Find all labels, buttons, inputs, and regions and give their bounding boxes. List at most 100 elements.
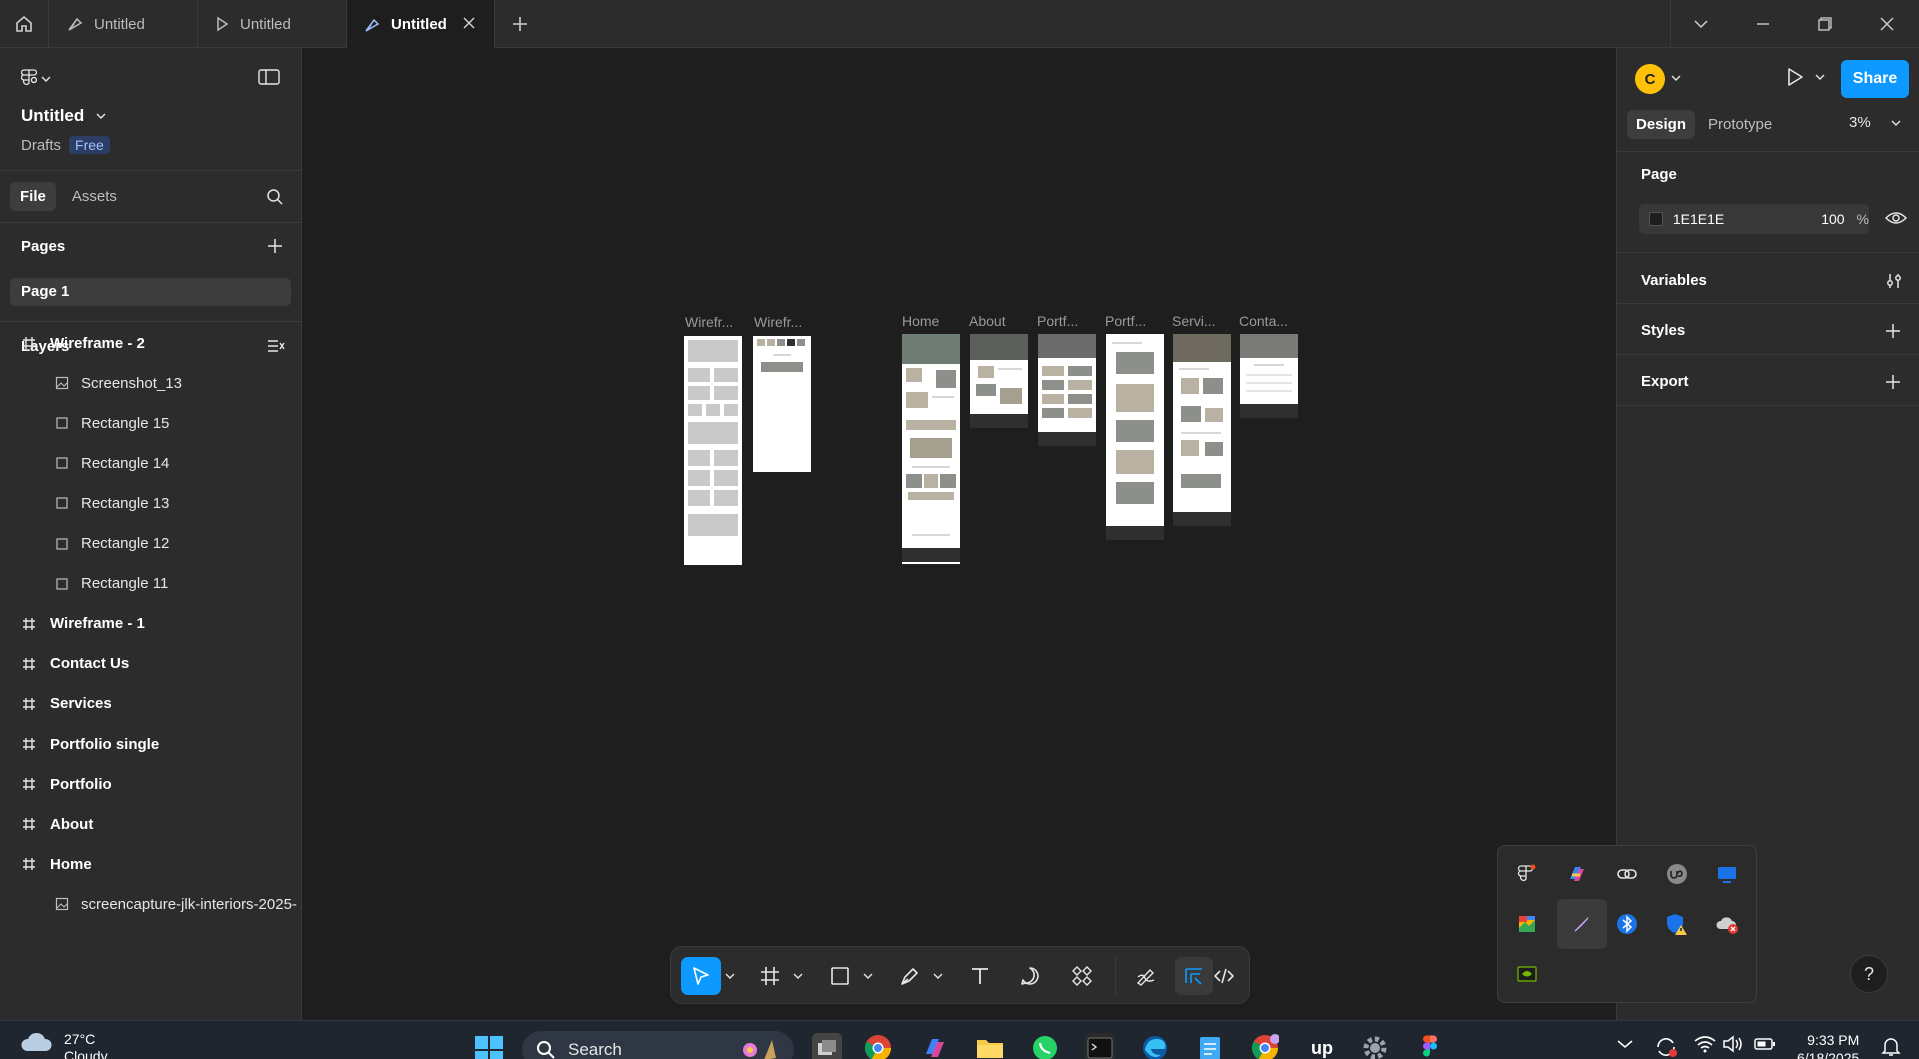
move-tool-button[interactable] (681, 957, 721, 995)
frame-label-portfolio-single[interactable]: Portf... (1105, 313, 1146, 329)
tray-figma[interactable] (1507, 854, 1547, 894)
tray-bluetooth[interactable] (1607, 904, 1647, 944)
close-tab-button[interactable] (462, 16, 476, 30)
home-button[interactable] (0, 0, 49, 48)
frame-label-portfolio[interactable]: Portf... (1037, 313, 1078, 329)
close-window-button[interactable] (1856, 0, 1918, 48)
taskbar-figma[interactable] (1415, 1033, 1445, 1059)
frame-tool-options[interactable] (789, 957, 807, 995)
avatar[interactable]: C (1635, 64, 1665, 94)
background-hex[interactable]: 1E1E1E (1673, 211, 1801, 227)
frame-label-wireframe-1[interactable]: Wirefr... (685, 314, 733, 330)
dev-mode-button[interactable] (1205, 957, 1243, 995)
search-layers-button[interactable] (266, 188, 284, 206)
layer-item[interactable]: Rectangle 13 (0, 483, 301, 523)
taskbar-file-explorer[interactable] (975, 1033, 1005, 1059)
main-menu-button[interactable] (21, 68, 51, 90)
shape-tool-options[interactable] (859, 957, 877, 995)
frame-about[interactable] (970, 334, 1028, 428)
layer-item[interactable]: Rectangle 12 (0, 524, 301, 564)
taskbar-upwork[interactable]: up (1305, 1033, 1339, 1059)
battery-status[interactable] (1754, 1037, 1776, 1051)
layer-item[interactable]: Services (0, 684, 301, 724)
add-page-button[interactable] (267, 238, 283, 254)
tray-nvidia[interactable] (1507, 954, 1547, 994)
frame-label-services[interactable]: Servi... (1172, 313, 1216, 329)
background-swatch[interactable] (1649, 212, 1663, 226)
taskbar-copilot[interactable] (920, 1033, 950, 1059)
rectangle-tool-button[interactable] (821, 957, 859, 995)
toggle-visibility-button[interactable] (1885, 210, 1907, 226)
tab-design[interactable]: Design (1627, 110, 1696, 139)
taskbar-chrome[interactable] (863, 1033, 893, 1059)
frame-label-wireframe-2[interactable]: Wirefr... (754, 314, 802, 330)
pen-tool-button[interactable] (891, 957, 929, 995)
layer-item[interactable]: Wireframe - 2 (0, 323, 301, 363)
comment-tool-button[interactable] (1011, 957, 1049, 995)
frame-tool-button[interactable] (751, 957, 789, 995)
layer-item[interactable]: Wireframe - 1 (0, 604, 301, 644)
new-tab-button[interactable] (508, 12, 532, 36)
frame-label-contact[interactable]: Conta... (1239, 313, 1288, 329)
layer-item[interactable]: Portfolio (0, 764, 301, 804)
taskbar-chrome-profile[interactable] (1250, 1033, 1280, 1059)
layer-item[interactable]: Rectangle 14 (0, 443, 301, 483)
layer-item[interactable]: Rectangle 11 (0, 564, 301, 604)
update-indicator[interactable] (1654, 1035, 1678, 1059)
tray-app-blue[interactable] (1707, 854, 1747, 894)
taskbar-search[interactable]: Search (522, 1031, 794, 1059)
frame-home[interactable] (902, 334, 960, 564)
tabs-dropdown-button[interactable] (1670, 0, 1732, 48)
frame-portfolio[interactable] (1038, 334, 1096, 446)
present-button[interactable] (1785, 66, 1825, 88)
tray-onedrive-error[interactable] (1707, 904, 1747, 944)
taskbar-settings[interactable] (1360, 1033, 1390, 1059)
wifi-status[interactable] (1694, 1035, 1716, 1053)
layer-item[interactable]: Portfolio single (0, 724, 301, 764)
show-hidden-icons-button[interactable] (1617, 1039, 1633, 1049)
frame-label-about[interactable]: About (969, 313, 1006, 329)
text-tool-button[interactable] (961, 957, 999, 995)
variables-settings-button[interactable] (1885, 272, 1903, 290)
variables-heading[interactable]: Variables (1641, 272, 1707, 289)
move-tool-options[interactable] (721, 957, 739, 995)
share-button[interactable]: Share (1841, 60, 1909, 98)
frame-wireframe-2[interactable] (753, 336, 811, 472)
tray-link[interactable] (1607, 854, 1647, 894)
canvas[interactable]: Wirefr... Wirefr... Home About Portf... … (302, 48, 1616, 1020)
zoom-dropdown[interactable]: 3% (1849, 114, 1901, 131)
pen-tool-options[interactable] (929, 957, 947, 995)
help-button[interactable]: ? (1850, 955, 1888, 993)
taskbar-task-view[interactable] (812, 1033, 842, 1059)
taskbar-whatsapp[interactable] (1030, 1033, 1060, 1059)
restore-button[interactable] (1794, 0, 1856, 48)
weather-widget[interactable]: 27°C Cloudy (20, 1031, 108, 1059)
frame-portfolio-single[interactable] (1106, 334, 1164, 540)
tray-upwork[interactable] (1657, 854, 1697, 894)
tab-untitled-1[interactable]: Untitled (50, 0, 198, 48)
tab-file[interactable]: File (10, 182, 56, 211)
tab-prototype[interactable]: Prototype (1699, 110, 1781, 139)
layer-item[interactable]: About (0, 804, 301, 844)
layer-item[interactable]: Rectangle 15 (0, 403, 301, 443)
layer-item[interactable]: screencapture-jlk-interiors-2025- (0, 884, 301, 924)
account-menu-button[interactable] (1671, 74, 1681, 82)
taskbar-notepad[interactable] (1195, 1033, 1225, 1059)
frame-contact[interactable] (1240, 334, 1298, 418)
tray-copilot[interactable] (1557, 854, 1597, 894)
frame-wireframe-1[interactable] (684, 336, 742, 565)
file-title-button[interactable]: Untitled (21, 106, 106, 126)
volume-status[interactable] (1722, 1035, 1744, 1053)
frame-label-home[interactable]: Home (902, 313, 939, 329)
clock[interactable]: 9:33 PM 6/18/2025 (1797, 1031, 1859, 1059)
taskbar-edge[interactable] (1140, 1033, 1170, 1059)
draw-mode-button[interactable] (1127, 957, 1165, 995)
tray-feather-app[interactable] (1557, 899, 1607, 949)
toggle-sidebar-button[interactable] (258, 68, 280, 86)
page-item-page-1[interactable]: Page 1 (10, 278, 291, 306)
tab-untitled-3[interactable]: Untitled (347, 0, 495, 49)
tray-security-warning[interactable] (1657, 904, 1697, 944)
actions-button[interactable] (1063, 957, 1101, 995)
taskbar-terminal[interactable] (1085, 1033, 1115, 1059)
add-export-button[interactable] (1885, 374, 1901, 390)
